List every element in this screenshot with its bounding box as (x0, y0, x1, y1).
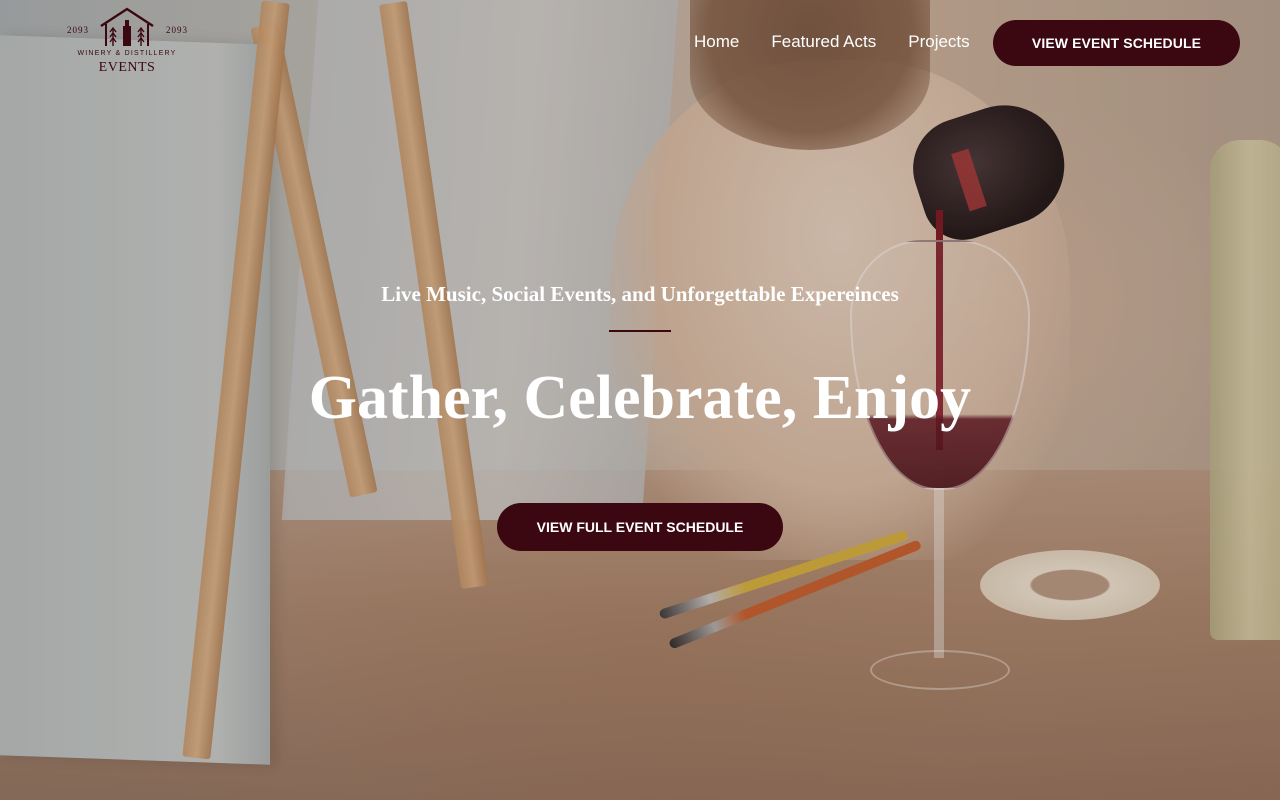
winery-barn-icon (100, 7, 154, 46)
view-event-schedule-button[interactable]: VIEW EVENT SCHEDULE (993, 20, 1240, 66)
hero-subtitle: Live Music, Social Events, and Unforgett… (381, 282, 899, 306)
site-header: 2093 2093 WINERY & DISTILLERY EVENTS Hom… (0, 0, 1280, 90)
hero-divider (609, 330, 671, 332)
logo-year-right: 2093 (166, 25, 188, 35)
hero-title: Gather, Celebrate, Enjoy (308, 364, 972, 432)
main-nav: Home Featured Acts Projects (694, 32, 1002, 52)
logo-year-left: 2093 (67, 25, 89, 35)
view-full-event-schedule-button[interactable]: VIEW FULL EVENT SCHEDULE (497, 503, 783, 551)
site-logo[interactable]: 2093 2093 WINERY & DISTILLERY EVENTS (64, 6, 190, 78)
logo-name: EVENTS (98, 60, 156, 75)
nav-projects[interactable]: Projects (908, 32, 969, 52)
logo-tagline: WINERY & DISTILLERY (77, 50, 177, 57)
nav-featured-acts[interactable]: Featured Acts (771, 32, 876, 52)
nav-home[interactable]: Home (694, 32, 739, 52)
